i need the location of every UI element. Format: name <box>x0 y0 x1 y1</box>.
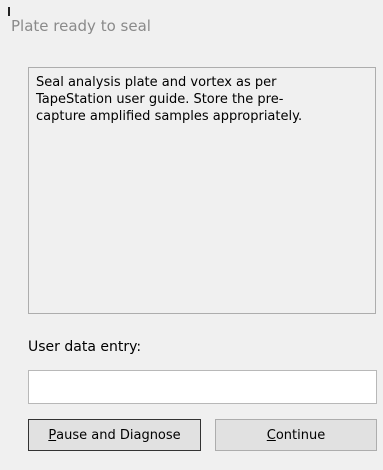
dialog-title: Plate ready to seal <box>11 17 151 35</box>
continue-button-mnemonic: C <box>266 427 276 443</box>
continue-button-label: ontinue <box>275 427 326 443</box>
continue-button[interactable]: Continue <box>215 419 377 451</box>
window-corner-mark <box>8 7 10 16</box>
user-data-entry-label: User data entry: <box>28 339 142 355</box>
pause-button-label: ause and Diagnose <box>56 427 181 443</box>
plate-ready-dialog: Plate ready to seal Seal analysis plate … <box>0 0 383 470</box>
instruction-message: Seal analysis plate and vortex as per Ta… <box>28 67 376 314</box>
user-data-entry-input[interactable] <box>28 370 377 404</box>
pause-and-diagnose-button[interactable]: Pause and Diagnose <box>28 419 201 451</box>
pause-button-mnemonic: P <box>48 427 57 443</box>
